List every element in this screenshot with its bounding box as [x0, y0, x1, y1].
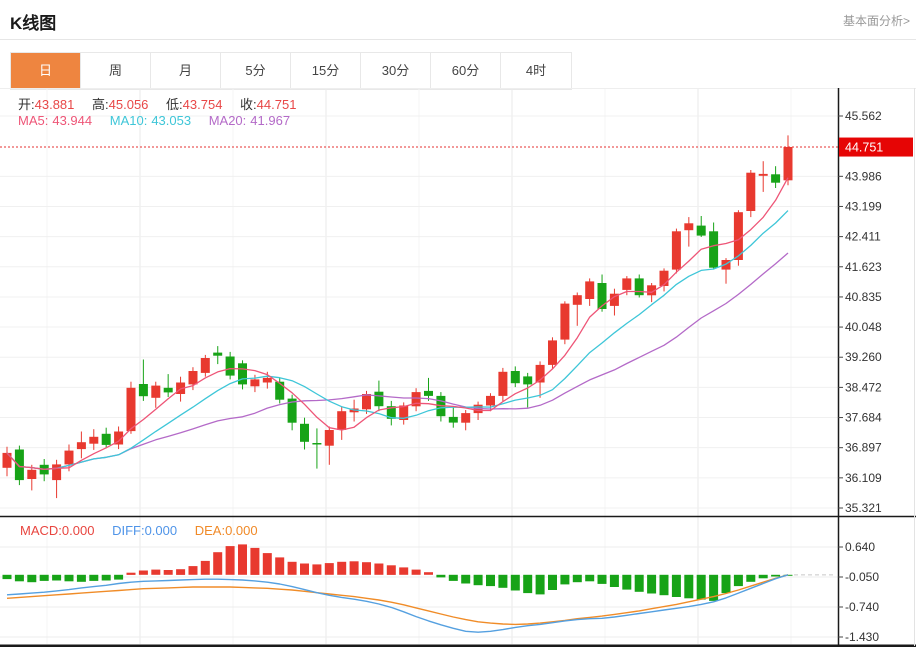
price-tick-label: 43.986: [845, 169, 882, 183]
ma-readout: MA5: 43.944 MA10: 43.053 MA20: 41.967: [18, 113, 304, 128]
price-tick-label: 41.623: [845, 260, 882, 274]
macd-tick-label: -0.740: [845, 600, 879, 614]
kline-page: K线图 基本面分析> 日周月 5分 15分 30分 60分 4时 45.562 43.986…: [0, 0, 916, 648]
price-tick-label: 45.562: [845, 109, 882, 123]
price-tag-value: 44.751: [845, 141, 883, 155]
candles-layer: [2, 135, 793, 499]
low-value: 43.754: [182, 97, 223, 112]
price-tick-label: 35.321: [845, 501, 882, 515]
dea-value: 0.000: [225, 523, 258, 538]
diff-value: 0.000: [144, 523, 178, 538]
macd-tick-label: 0.640: [845, 540, 875, 554]
macd-value: 0.000: [61, 523, 95, 538]
high-value: 45.056: [108, 97, 149, 112]
price-tick-label: 38.472: [845, 380, 882, 394]
ma10-label: MA10:: [109, 113, 148, 128]
open-value: 43.881: [34, 97, 75, 112]
price-tick-label: 36.897: [845, 441, 882, 455]
price-tick-label: 43.199: [845, 199, 882, 213]
ma10-value: 43.053: [151, 113, 192, 128]
close-value: 44.751: [256, 97, 297, 112]
price-tick-label: 40.835: [845, 290, 882, 304]
ma5-value: 43.944: [52, 113, 93, 128]
macd-label: MACD:: [20, 523, 62, 538]
ohlc-readout: 开:43.881 高:45.056 低:43.754 收:44.751: [18, 94, 310, 113]
price-tick-label: 39.260: [845, 350, 882, 364]
macd-tick-label: -1.430: [845, 630, 879, 644]
dea-label: DEA:: [194, 523, 226, 538]
macd-tick-label: -0.050: [845, 570, 879, 584]
high-label: 高:: [92, 97, 109, 112]
price-tick-label: 40.048: [845, 320, 882, 334]
ma5-line: [6, 177, 789, 470]
price-tick-label: 37.684: [845, 411, 882, 425]
ma5-label: MA5:: [18, 113, 49, 128]
close-label: 收:: [240, 97, 257, 112]
diff-label: DIFF:: [112, 523, 145, 538]
low-label: 低:: [166, 97, 183, 112]
ma20-line: [6, 252, 789, 470]
ma20-value: 41.967: [250, 113, 291, 128]
ma20-label: MA20:: [208, 113, 247, 128]
macd-histogram: [2, 544, 793, 601]
ma10-line: [6, 210, 789, 470]
open-label: 开:: [18, 97, 35, 112]
macd-readout: MACD:0.000 DIFF:0.000 DEA:0.000: [20, 523, 272, 538]
price-tick-label: 36.109: [845, 471, 882, 485]
price-tick-label: 42.411: [845, 230, 881, 244]
